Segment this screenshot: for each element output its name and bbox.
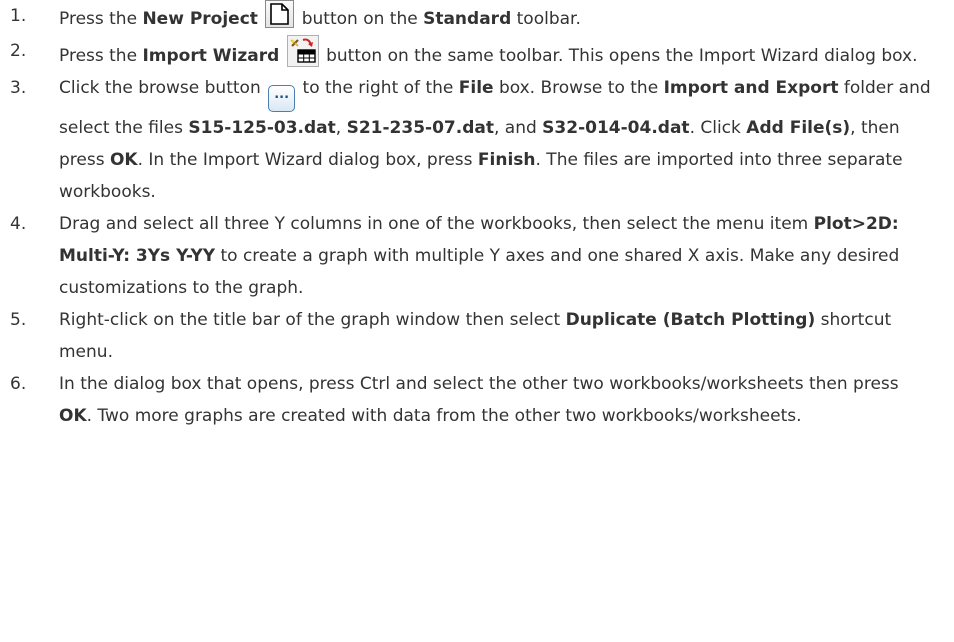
- import-wizard-icon: [286, 35, 319, 67]
- text-run: [258, 9, 263, 29]
- step-3: 3. Click the browse button ... to the rig…: [0, 72, 954, 208]
- new-project-icon: [265, 0, 295, 28]
- text-run: Click the browse button: [59, 78, 267, 98]
- step-number: 5.: [10, 310, 27, 330]
- step-2: 2. Press the Import Wizard button on the …: [0, 35, 954, 72]
- step-text: Press the New Project button on the Stan…: [59, 0, 581, 29]
- bold-term: File: [458, 78, 494, 98]
- step-number: 4.: [10, 214, 27, 234]
- step-1: 1. Press the New Project button on the St…: [0, 0, 954, 35]
- text-run: . In the Import Wizard dialog box, press: [137, 150, 478, 170]
- step-text: Press the Import Wizard button on the sa…: [59, 35, 918, 67]
- step-number: 2.: [10, 41, 27, 61]
- bold-term: S32-014-04.dat: [542, 118, 690, 138]
- text-run: Press the: [59, 46, 143, 66]
- step-number: 3.: [10, 78, 27, 98]
- step-number: 1.: [10, 6, 27, 26]
- step-text: Right-click on the title bar of the grap…: [59, 310, 891, 362]
- step-5: 5. Right-click on the title bar of the gr…: [0, 304, 954, 368]
- text-run: Right-click on the title bar of the grap…: [59, 310, 566, 330]
- bold-term: Import Wizard: [142, 46, 280, 66]
- text-run: Drag and select all three Y columns in o…: [59, 214, 814, 234]
- text-run: Press the: [59, 9, 143, 29]
- bold-term: Import and Export: [663, 78, 839, 98]
- text-run: [279, 46, 284, 66]
- text-run: . Two more graphs are created with data …: [86, 406, 802, 426]
- step-6: 6. In the dialog box that opens, press Ct…: [0, 368, 954, 432]
- text-run: button on the same toolbar. This opens t…: [326, 46, 918, 66]
- bold-term: OK: [59, 406, 87, 426]
- step-text: Drag and select all three Y columns in o…: [59, 214, 899, 298]
- bold-term: S21-235-07.dat: [346, 118, 494, 138]
- bold-term: Standard: [423, 9, 512, 29]
- text-run: to the right of the: [302, 78, 459, 98]
- text-run: toolbar.: [511, 9, 581, 29]
- bold-term: Add File(s): [746, 118, 851, 138]
- bold-term: Finish: [477, 150, 536, 170]
- step-text: Click the browse button ... to the right…: [59, 78, 931, 202]
- bold-term: S15-125-03.dat: [188, 118, 336, 138]
- text-run: In the dialog box that opens, press Ctrl…: [59, 374, 899, 394]
- bold-term: Duplicate (Batch Plotting): [565, 310, 816, 330]
- text-run: button on the: [301, 9, 424, 29]
- browse-icon: ...: [268, 85, 296, 112]
- step-number: 6.: [10, 374, 27, 394]
- text-run: ,: [335, 118, 347, 138]
- text-run: . Click: [689, 118, 747, 138]
- step-4: 4. Drag and select all three Y columns in…: [0, 208, 954, 304]
- text-run: , and: [493, 118, 543, 138]
- instruction-steps: 1. Press the New Project button on the St…: [0, 0, 954, 432]
- text-run: box. Browse to the: [493, 78, 664, 98]
- step-text: In the dialog box that opens, press Ctrl…: [59, 374, 899, 426]
- bold-term: New Project: [142, 9, 258, 29]
- bold-term: OK: [109, 150, 138, 170]
